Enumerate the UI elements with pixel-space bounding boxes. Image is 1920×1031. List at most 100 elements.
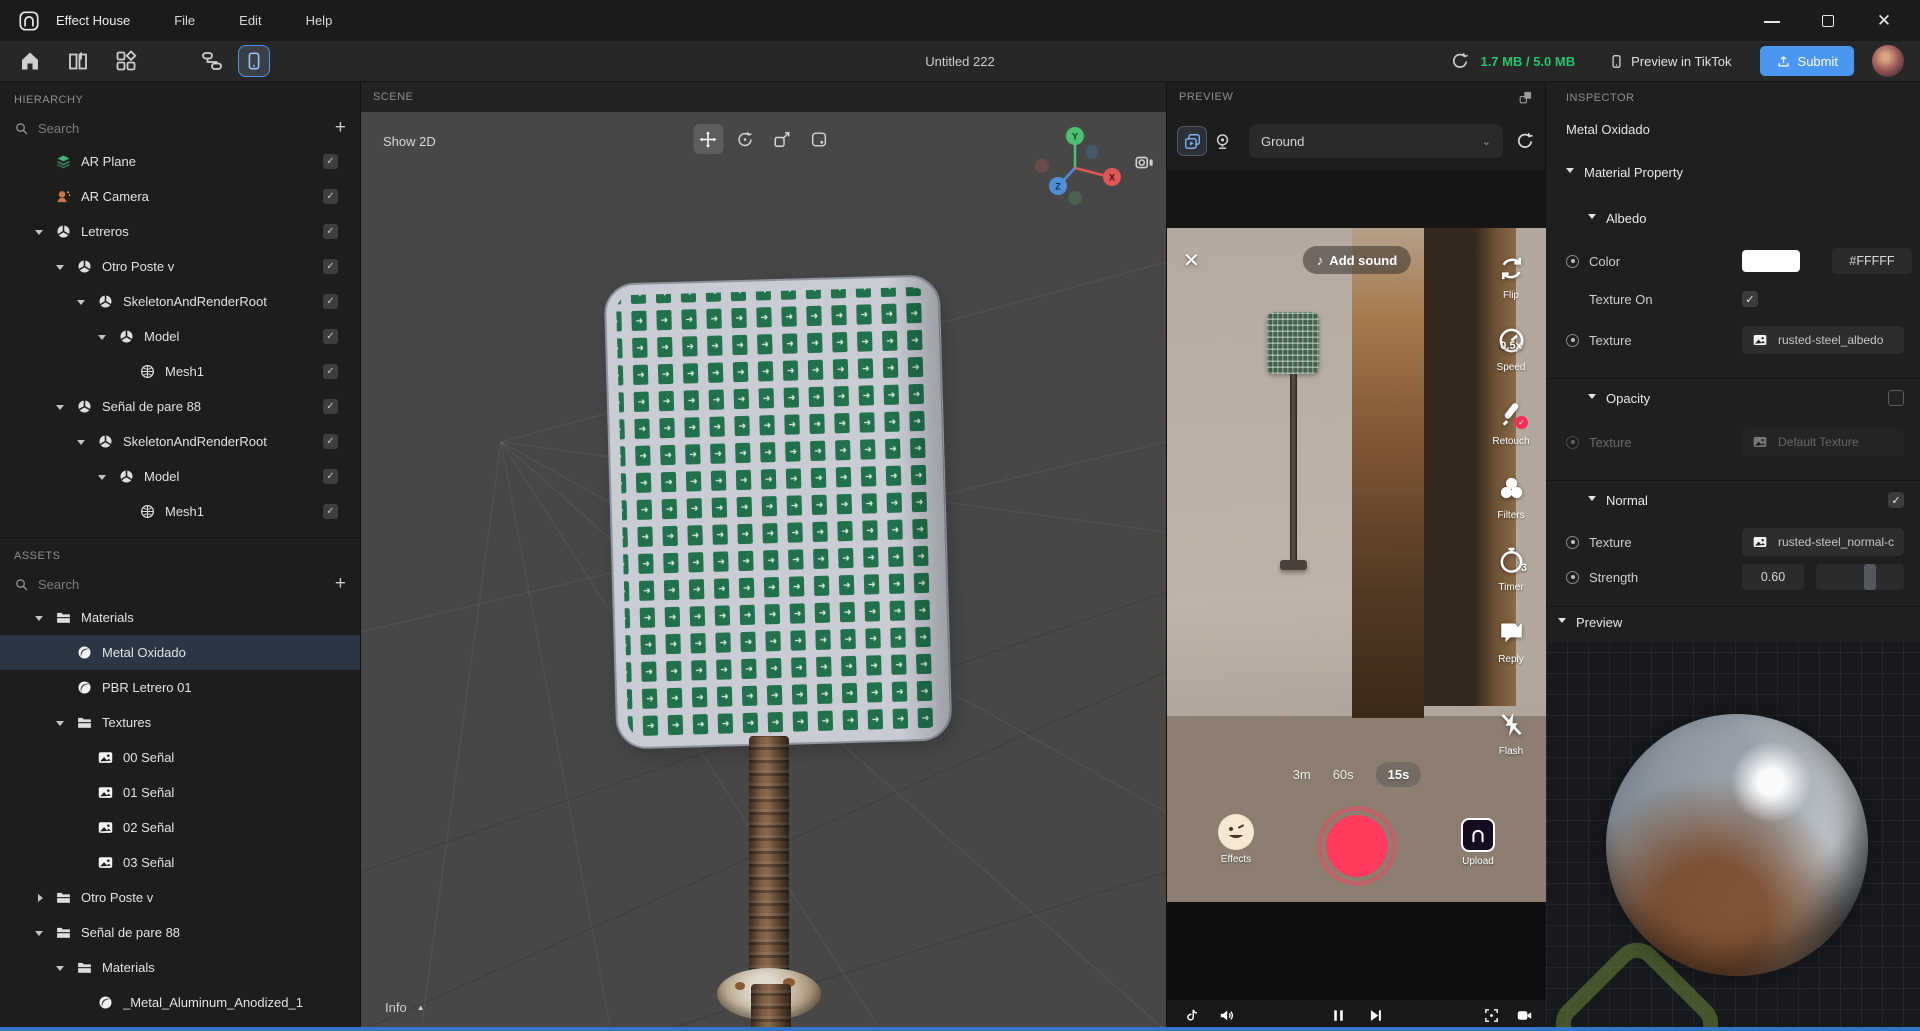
asset-texture-03-senal[interactable]: 03 Señal — [0, 845, 360, 880]
restart-preview-icon[interactable] — [1515, 131, 1535, 151]
visibility-checkbox[interactable] — [323, 434, 338, 449]
asset-material-aluminum[interactable]: _Metal_Aluminum_Anodized_1 — [0, 985, 360, 1020]
axis-orientation-gizmo[interactable]: Y X Z — [1028, 122, 1128, 208]
record-button[interactable] — [1317, 806, 1397, 886]
visual-scripting-icon[interactable] — [200, 49, 224, 73]
menu-help[interactable]: Help — [306, 13, 333, 28]
albedo-texture-chip[interactable]: rusted-steel_albedo — [1742, 326, 1904, 354]
slider-handle[interactable] — [1864, 564, 1877, 590]
templates-icon[interactable] — [114, 49, 138, 73]
upload-button[interactable]: Upload — [1445, 818, 1511, 867]
asset-texture-02-senal[interactable]: 02 Señal — [0, 810, 360, 845]
menu-file[interactable]: File — [174, 13, 195, 28]
texture-on-checkbox[interactable] — [1742, 291, 1758, 307]
asset-texture-00-senal[interactable]: 00 Señal — [0, 740, 360, 775]
hierarchy-item-skeleton-root2[interactable]: SkeletonAndRenderRoot — [0, 424, 360, 459]
visibility-checkbox[interactable] — [323, 154, 338, 169]
asset-folder-materials2[interactable]: Materials — [0, 950, 360, 985]
radio-icon[interactable] — [1566, 570, 1579, 584]
material-preview-viewport[interactable] — [1546, 642, 1920, 1031]
normal-enable-checkbox[interactable] — [1888, 492, 1904, 508]
radio-icon[interactable] — [1566, 535, 1579, 549]
visibility-checkbox[interactable] — [323, 399, 338, 414]
learn-icon[interactable] — [66, 49, 90, 73]
visibility-checkbox[interactable] — [323, 294, 338, 309]
user-avatar[interactable] — [1872, 45, 1904, 77]
bounds-tool-button[interactable] — [804, 124, 834, 154]
normal-texture-chip[interactable]: rusted-steel_normal-c — [1742, 528, 1904, 556]
hierarchy-item-ar-plane[interactable]: AR Plane — [0, 144, 360, 179]
visibility-checkbox[interactable] — [323, 259, 338, 274]
environment-dropdown[interactable]: Ground ⌄ — [1249, 124, 1503, 158]
caret-right-icon[interactable] — [35, 894, 55, 902]
reply-button[interactable]: Reply — [1483, 618, 1539, 665]
caret-down-icon[interactable] — [98, 470, 118, 484]
assets-search[interactable]: Search + — [0, 568, 360, 600]
duration-3m[interactable]: 3m — [1293, 767, 1311, 782]
asset-folder-otro-poste[interactable]: Otro Poste v — [0, 880, 360, 915]
viewport-camera-icon[interactable] — [1134, 152, 1156, 174]
visibility-checkbox[interactable] — [323, 224, 338, 239]
flash-button[interactable]: Flash — [1483, 710, 1539, 757]
record-video-icon[interactable] — [1516, 1007, 1533, 1024]
maximize-button[interactable] — [1820, 13, 1836, 29]
asset-texture-01-senal[interactable]: 01 Señal — [0, 775, 360, 810]
speaker-icon[interactable] — [1218, 1007, 1235, 1024]
sign-mesh[interactable] — [603, 273, 954, 750]
hierarchy-item-ar-camera[interactable]: AR Camera — [0, 179, 360, 214]
duration-15s[interactable]: 15s — [1375, 762, 1422, 787]
preview-in-tiktok-button[interactable]: Preview in TikTok — [1609, 54, 1732, 69]
radio-icon[interactable] — [1566, 333, 1579, 347]
opacity-section[interactable]: Opacity — [1588, 390, 1904, 406]
asset-folder-senal-de-pare[interactable]: Señal de pare 88 — [0, 915, 360, 950]
material-preview-sphere[interactable] — [1606, 714, 1868, 976]
device-preview-button[interactable] — [238, 45, 270, 77]
menu-edit[interactable]: Edit — [239, 13, 261, 28]
caret-down-icon[interactable] — [56, 400, 76, 414]
asset-folder-textures[interactable]: Textures — [0, 705, 360, 740]
duration-60s[interactable]: 60s — [1333, 767, 1354, 782]
visibility-checkbox[interactable] — [323, 364, 338, 379]
sign-pole[interactable] — [749, 736, 789, 984]
normal-section[interactable]: Normal — [1588, 492, 1904, 508]
next-frame-icon[interactable] — [1367, 1007, 1384, 1024]
flip-button[interactable]: Flip — [1483, 254, 1539, 301]
asset-material-metal-oxidado[interactable]: Metal Oxidado — [0, 635, 360, 670]
webcam-button[interactable] — [1207, 126, 1237, 156]
hierarchy-item-letreros[interactable]: Letreros — [0, 214, 360, 249]
show-2d-button[interactable]: Show 2D — [383, 134, 436, 149]
hierarchy-search[interactable]: Search + — [0, 112, 360, 144]
retouch-button[interactable]: ✓ Retouch — [1483, 400, 1539, 447]
minimize-button[interactable] — [1764, 13, 1780, 29]
opacity-enable-checkbox[interactable] — [1888, 390, 1904, 406]
hierarchy-item-senal-de-pare[interactable]: Señal de pare 88 — [0, 389, 360, 424]
tiktok-note-icon[interactable] — [1183, 1007, 1200, 1024]
speed-button[interactable]: 0.5x Speed — [1483, 326, 1539, 373]
asset-material-pbr-letrero[interactable]: PBR Letrero 01 — [0, 670, 360, 705]
visibility-checkbox[interactable] — [323, 329, 338, 344]
caret-down-icon[interactable] — [56, 260, 76, 274]
albedo-section[interactable]: Albedo — [1588, 210, 1904, 226]
caret-down-icon[interactable] — [77, 435, 97, 449]
visibility-checkbox[interactable] — [323, 504, 338, 519]
strength-slider[interactable] — [1816, 564, 1904, 590]
submit-button[interactable]: Submit — [1759, 46, 1854, 76]
material-preview-section[interactable]: Preview — [1558, 614, 1904, 630]
pause-icon[interactable] — [1330, 1007, 1347, 1024]
info-toggle-button[interactable]: Info ▲ — [385, 1000, 425, 1015]
color-hex-field[interactable]: #FFFFF — [1832, 248, 1912, 274]
filters-button[interactable]: Filters — [1483, 474, 1539, 521]
color-swatch[interactable] — [1742, 250, 1800, 272]
radio-icon[interactable] — [1566, 254, 1579, 268]
strength-value-field[interactable]: 0.60 — [1742, 564, 1804, 590]
add-asset-button[interactable]: + — [335, 574, 346, 593]
focus-track-icon[interactable] — [1483, 1007, 1500, 1024]
caret-down-icon[interactable] — [35, 611, 55, 625]
refresh-size-icon[interactable] — [1450, 51, 1470, 71]
timer-button[interactable]: 3 Timer — [1483, 546, 1539, 593]
asset-folder-materials[interactable]: Materials — [0, 600, 360, 635]
caret-down-icon[interactable] — [77, 295, 97, 309]
move-tool-button[interactable] — [693, 124, 723, 154]
hierarchy-item-mesh1[interactable]: Mesh1 — [0, 354, 360, 389]
home-icon[interactable] — [18, 49, 42, 73]
